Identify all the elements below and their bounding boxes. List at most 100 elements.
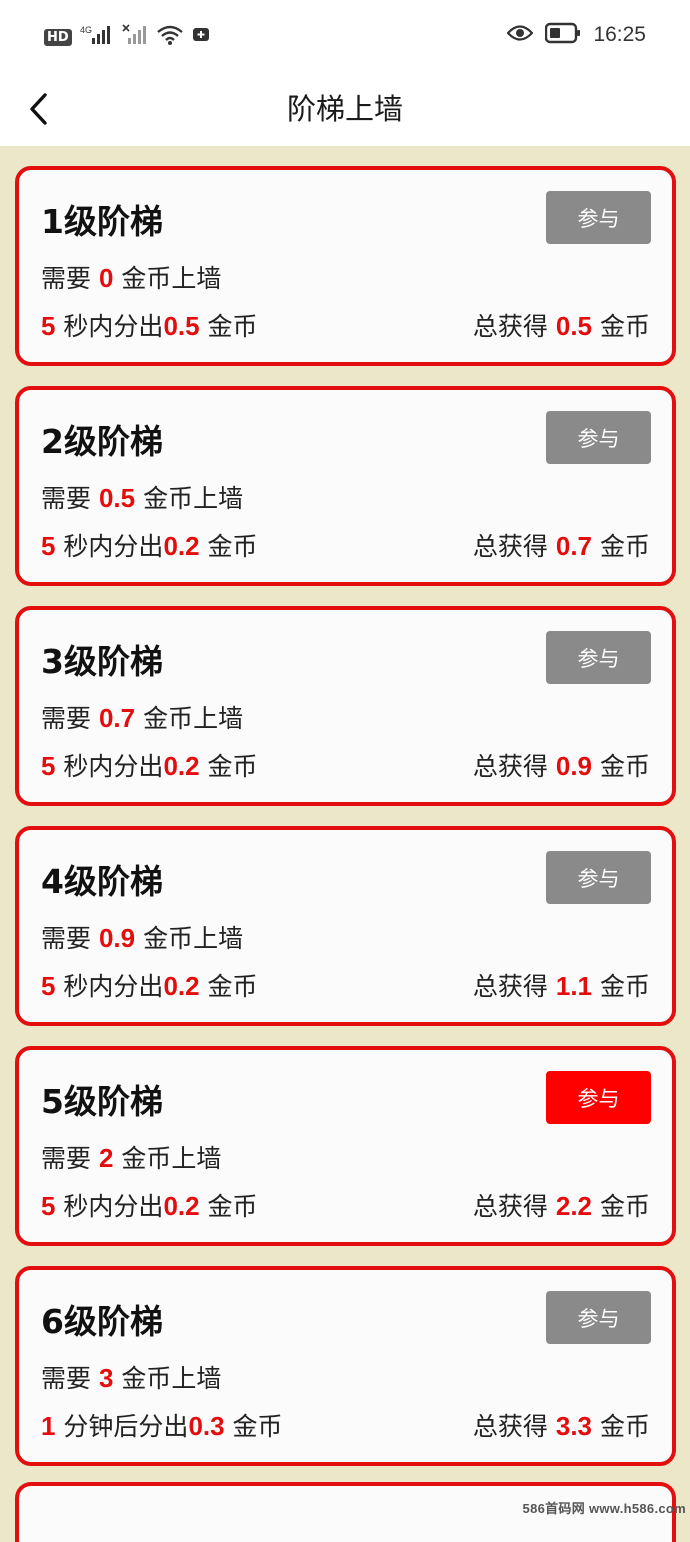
tier-title: 1级阶梯: [41, 202, 163, 241]
need-amount: 0.7: [98, 703, 136, 733]
total-info: 总获得 0.7 金币: [473, 528, 650, 565]
payout-number: 5: [41, 311, 56, 341]
payout-text: 分钟后分出: [63, 1412, 189, 1441]
tier-payout-row: 5 秒内分出0.2 金币 总获得 0.7 金币: [41, 528, 650, 565]
tier-requirement: 需要 0.9 金币上墙: [41, 920, 243, 957]
payout-number: 5: [41, 1191, 56, 1221]
total-amount: 0.9: [555, 751, 593, 781]
payout-text: 秒内分出: [63, 972, 164, 1001]
tier-card: 4级阶梯 参与 需要 0.9 金币上墙 5 秒内分出0.2 金币 总获得 1.1…: [15, 826, 676, 1026]
need-prefix: 需要: [41, 924, 92, 953]
tier-payout-row: 5 秒内分出0.2 金币 总获得 2.2 金币: [41, 1188, 650, 1225]
tier-payout-row: 5 秒内分出0.2 金币 总获得 1.1 金币: [41, 968, 650, 1005]
total-suffix: 金币: [599, 1192, 650, 1221]
payout-amount: 0.2: [163, 971, 200, 1001]
payout-suffix: 金币: [207, 752, 258, 781]
payout-amount: 0.3: [188, 1411, 225, 1441]
total-suffix: 金币: [599, 1412, 650, 1441]
status-left: HD 4G: [44, 24, 212, 50]
need-suffix: 金币上墙: [143, 484, 244, 513]
battery-saver-icon: [192, 26, 212, 48]
total-amount: 3.3: [555, 1411, 593, 1441]
payout-number: 5: [41, 971, 56, 1001]
payout-info: 5 秒内分出0.2 金币: [41, 528, 258, 565]
total-prefix: 总获得: [472, 752, 548, 781]
total-prefix: 总获得: [472, 972, 548, 1001]
total-prefix: 总获得: [472, 1192, 548, 1221]
payout-info: 5 秒内分出0.5 金币: [41, 308, 258, 345]
payout-text: 秒内分出: [63, 1192, 164, 1221]
tier-payout-row: 5 秒内分出0.2 金币 总获得 0.9 金币: [41, 748, 650, 785]
payout-suffix: 金币: [232, 1412, 283, 1441]
join-button[interactable]: 参与: [546, 851, 651, 904]
total-amount: 2.2: [555, 1191, 593, 1221]
clock: 16:25: [593, 23, 646, 46]
need-prefix: 需要: [41, 484, 92, 513]
no-signal-icon: [122, 24, 148, 50]
tier-payout-row: 1 分钟后分出0.3 金币 总获得 3.3 金币: [41, 1408, 650, 1445]
join-button[interactable]: 参与: [546, 191, 651, 244]
need-suffix: 金币上墙: [121, 264, 222, 293]
payout-number: 5: [41, 751, 56, 781]
join-button[interactable]: 参与: [546, 1071, 651, 1124]
need-suffix: 金币上墙: [121, 1144, 222, 1173]
need-amount: 0: [98, 263, 114, 293]
network-type-label: 4G: [80, 25, 92, 35]
total-info: 总获得 0.5 金币: [473, 308, 650, 345]
payout-amount: 0.2: [163, 531, 200, 561]
nav-bar: 阶梯上墙: [0, 72, 690, 146]
tier-requirement: 需要 3 金币上墙: [41, 1360, 221, 1397]
need-amount: 2: [98, 1143, 114, 1173]
payout-number: 1: [41, 1411, 56, 1441]
status-right: 16:25: [506, 22, 646, 48]
payout-suffix: 金币: [207, 312, 258, 341]
tier-title: 3级阶梯: [41, 642, 163, 681]
page-title: 阶梯上墙: [286, 92, 403, 126]
payout-number: 5: [41, 531, 56, 561]
payout-amount: 0.5: [163, 311, 200, 341]
payout-text: 秒内分出: [63, 312, 164, 341]
status-bar: HD 4G 16:25: [0, 0, 690, 72]
payout-amount: 0.2: [163, 1191, 200, 1221]
payout-info: 5 秒内分出0.2 金币: [41, 968, 258, 1005]
total-suffix: 金币: [599, 532, 650, 561]
payout-text: 秒内分出: [63, 752, 164, 781]
need-amount: 0.5: [98, 483, 136, 513]
payout-suffix: 金币: [207, 532, 258, 561]
total-prefix: 总获得: [472, 312, 548, 341]
tier-payout-row: 5 秒内分出0.5 金币 总获得 0.5 金币: [41, 308, 650, 345]
total-info: 总获得 1.1 金币: [473, 968, 650, 1005]
total-amount: 1.1: [555, 971, 593, 1001]
total-amount: 0.7: [555, 531, 593, 561]
hd-badge: HD: [44, 28, 72, 46]
tier-card: 1级阶梯 参与 需要 0 金币上墙 5 秒内分出0.5 金币 总获得 0.5 金…: [15, 166, 676, 366]
total-prefix: 总获得: [472, 1412, 548, 1441]
payout-suffix: 金币: [207, 972, 258, 1001]
total-info: 总获得 0.9 金币: [473, 748, 650, 785]
tier-card: 6级阶梯 参与 需要 3 金币上墙 1 分钟后分出0.3 金币 总获得 3.3 …: [15, 1266, 676, 1466]
need-prefix: 需要: [41, 1144, 92, 1173]
total-amount: 0.5: [555, 311, 593, 341]
battery-icon: [545, 22, 581, 48]
watermark: 586首码网 www.h586.com: [522, 1501, 686, 1516]
need-suffix: 金币上墙: [143, 704, 244, 733]
need-amount: 0.9: [98, 923, 136, 953]
join-button[interactable]: 参与: [546, 1291, 651, 1344]
join-button[interactable]: 参与: [546, 411, 651, 464]
tier-requirement: 需要 0 金币上墙: [41, 260, 221, 297]
join-button[interactable]: 参与: [546, 631, 651, 684]
eye-icon: [506, 23, 534, 47]
tier-title: 2级阶梯: [41, 422, 163, 461]
wifi-icon: [156, 24, 184, 50]
tier-title: 4级阶梯: [41, 862, 163, 901]
need-amount: 3: [98, 1363, 114, 1393]
need-suffix: 金币上墙: [121, 1364, 222, 1393]
total-suffix: 金币: [599, 752, 650, 781]
total-info: 总获得 3.3 金币: [473, 1408, 650, 1445]
need-suffix: 金币上墙: [143, 924, 244, 953]
tier-title: 6级阶梯: [41, 1302, 163, 1341]
payout-suffix: 金币: [207, 1192, 258, 1221]
payout-text: 秒内分出: [63, 532, 164, 561]
total-info: 总获得 2.2 金币: [473, 1188, 650, 1225]
total-suffix: 金币: [599, 312, 650, 341]
